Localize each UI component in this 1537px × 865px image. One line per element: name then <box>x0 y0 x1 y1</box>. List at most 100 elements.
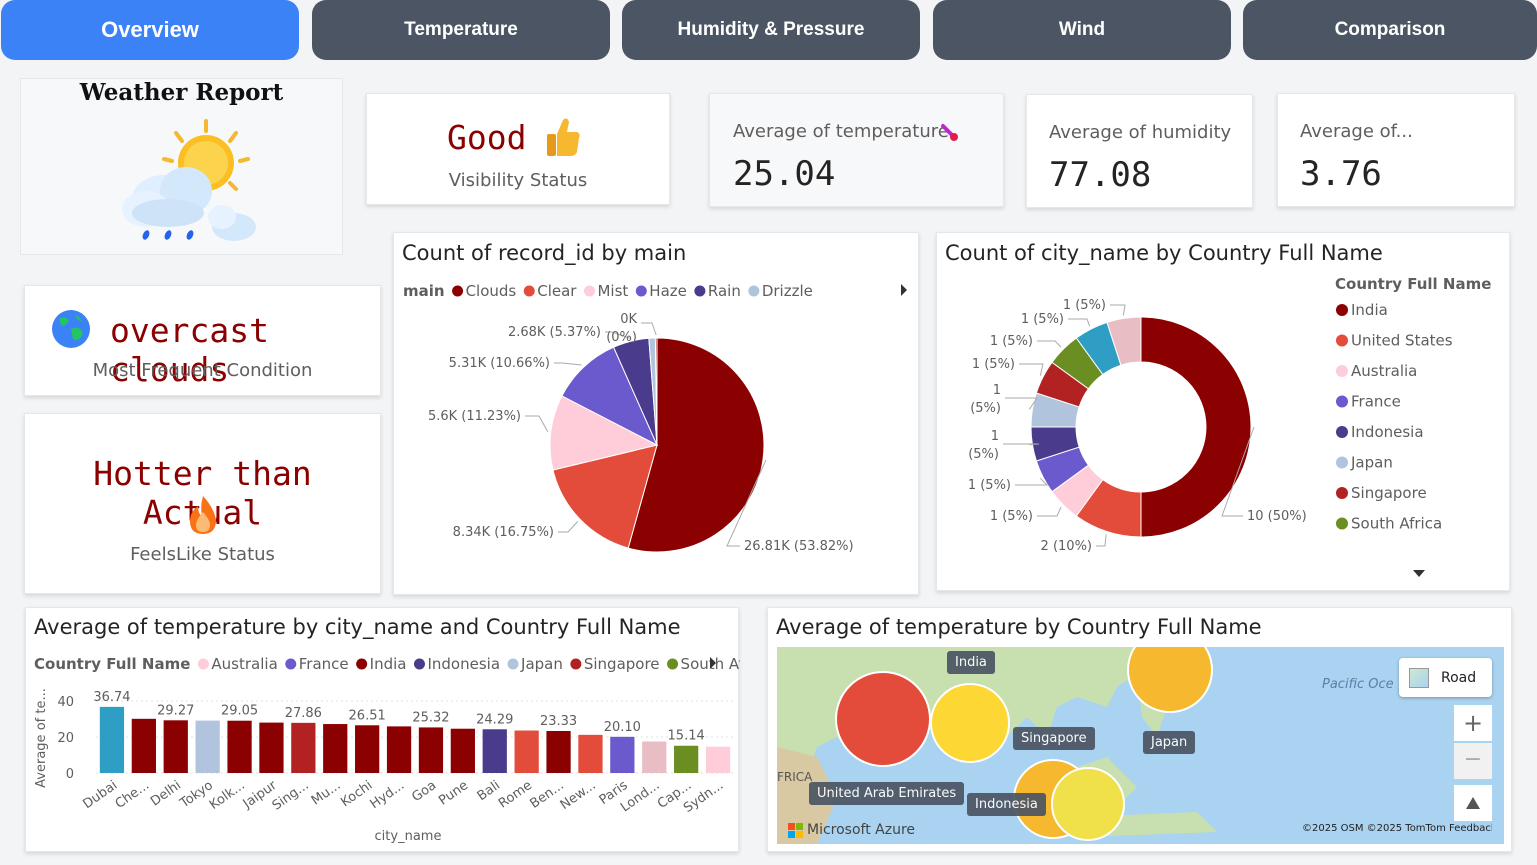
legend-item-singapore: Singapore <box>584 655 660 673</box>
leader-line <box>1037 340 1062 348</box>
bubble-india[interactable] <box>930 683 1010 763</box>
data-label: 26.81K (53.82%) <box>744 539 854 554</box>
map-title: Average of temperature by Country Full N… <box>776 615 1262 639</box>
legend-item-south-africa: South Africa <box>1351 515 1442 533</box>
legend-title: Country Full Name <box>34 655 190 673</box>
data-label: 2.68K (5.37%) <box>508 325 601 340</box>
bubble-singapore[interactable] <box>1051 767 1125 841</box>
legend-marker-france <box>285 658 297 670</box>
pie-chart: main Clouds Clear Mist Haze Rain Drizzle 26.81K… <box>403 282 907 554</box>
bar-kolk <box>227 720 252 773</box>
legend-marker-japan <box>507 658 519 670</box>
legend-marker-singapore <box>1336 487 1348 499</box>
tilt-button[interactable] <box>1454 785 1492 821</box>
data-label: 36.74 <box>93 690 130 705</box>
zoom-in-button[interactable]: + <box>1454 705 1492 741</box>
y-axis-label: Average of te... <box>34 688 49 788</box>
legend-item-drizzle: Drizzle <box>762 282 813 300</box>
leader-line <box>1015 477 1049 486</box>
legend-item-india: India <box>1351 301 1388 319</box>
legend-item-indonesia: Indonesia <box>427 655 500 673</box>
legend-marker-haze <box>635 285 647 297</box>
tab-temperature[interactable]: Temperature <box>312 0 610 60</box>
map-card: Average of temperature by Country Full N… <box>767 607 1512 852</box>
data-label: (5%) <box>968 447 999 462</box>
x-axis-label: city_name <box>375 829 442 844</box>
leader-line <box>554 362 582 366</box>
bar-tokyo <box>195 720 220 773</box>
leader-line <box>1005 397 1038 410</box>
leader-line <box>1110 304 1126 316</box>
legend-item-haze: Haze <box>649 282 687 300</box>
data-label: 26.51 <box>349 708 386 723</box>
legend-item-united-states: United States <box>1351 332 1453 350</box>
kpi-temperature-label: Average of temperature <box>733 121 949 142</box>
bar-rome <box>514 730 539 773</box>
thumbs-up-icon <box>547 118 580 156</box>
data-label: (5%) <box>970 401 1001 416</box>
visibility-card: Good Visibility Status <box>366 93 670 205</box>
map-label-indonesia: Indonesia <box>967 793 1046 816</box>
donut-chart-card: Count of city_name by Country Full Name … <box>936 232 1510 591</box>
map-canvas[interactable]: India Singapore Japan United Arab Emirat… <box>777 647 1504 844</box>
data-label: 0K <box>620 312 637 327</box>
legend-marker-india <box>356 658 368 670</box>
condition-label: Most Frequent Condition <box>92 360 313 381</box>
x-tick-label: Pune <box>436 778 471 809</box>
sun-behind-rain-cloud-icon <box>122 119 256 241</box>
legend-item-clear: Clear <box>537 282 577 300</box>
pie-slice-india <box>1140 316 1252 538</box>
legend-marker-clouds <box>452 285 464 297</box>
bar-chart-card: Average of temperature by city_name and … <box>25 607 740 852</box>
legend-marker-australia <box>1336 365 1348 377</box>
leader-line <box>1068 318 1091 327</box>
donut-chart: Country Full Name India United States Austr… <box>968 275 1491 577</box>
tab-overview[interactable]: Overview <box>1 0 299 60</box>
bar-jaipur <box>259 722 284 773</box>
weather-report-card: Weather Report <box>20 78 343 255</box>
report-title: Weather Report <box>79 79 284 106</box>
kpi-humidity-value: 77.08 <box>1049 155 1152 195</box>
microsoft-logo-icon <box>788 822 803 838</box>
legend-marker-south-africa <box>667 658 679 670</box>
bar-chart: Country Full Name Australia France India Ind… <box>34 655 740 844</box>
legend-item-france: France <box>299 655 349 673</box>
legend-marker-clear <box>523 285 535 297</box>
data-label: 2 (10%) <box>1041 539 1092 554</box>
tab-comparison[interactable]: Comparison <box>1243 0 1537 60</box>
data-label: (0%) <box>606 330 637 345</box>
azure-logo: Microsoft Azure <box>788 822 915 838</box>
globe-icon <box>52 310 90 348</box>
pie-chart-card: Count of record_id by main main Clouds Cle… <box>393 232 919 595</box>
data-label: 24.29 <box>476 712 513 727</box>
map-label-singapore: Singapore <box>1013 727 1095 750</box>
legend-title: main <box>403 282 445 300</box>
data-label: 1 (5%) <box>972 357 1015 372</box>
legend-item-indonesia: Indonesia <box>1351 423 1424 441</box>
bar-dubai <box>99 706 125 773</box>
legend-item-japan: Japan <box>520 655 563 673</box>
x-tick-label: Goa <box>409 778 439 805</box>
zoom-out-button[interactable]: − <box>1454 743 1492 779</box>
data-label: 15.14 <box>668 729 705 744</box>
x-tick-label: Mu... <box>309 778 344 809</box>
data-label: 1 (5%) <box>968 478 1011 493</box>
legend-marker-indonesia <box>413 658 425 670</box>
tilt-icon <box>1466 797 1480 809</box>
bar-ben <box>546 731 571 773</box>
kpi-wind-value: 3.76 <box>1300 154 1382 194</box>
map-label-india: India <box>947 651 995 674</box>
tab-humidity-pressure[interactable]: Humidity & Pressure <box>622 0 920 60</box>
bar-bali <box>482 729 507 773</box>
bar-che <box>131 718 156 773</box>
kpi-temperature-value: 25.04 <box>733 154 836 194</box>
bar-cap <box>674 745 699 773</box>
bar-kochi <box>355 725 380 773</box>
visibility-value: Good <box>447 118 527 157</box>
x-tick-label: Sing... <box>270 778 312 814</box>
fire-icon <box>190 496 216 534</box>
leader-line <box>641 322 657 336</box>
bubble-uae[interactable] <box>835 671 931 767</box>
tab-wind[interactable]: Wind <box>933 0 1231 60</box>
road-button[interactable]: Road <box>1399 658 1492 697</box>
